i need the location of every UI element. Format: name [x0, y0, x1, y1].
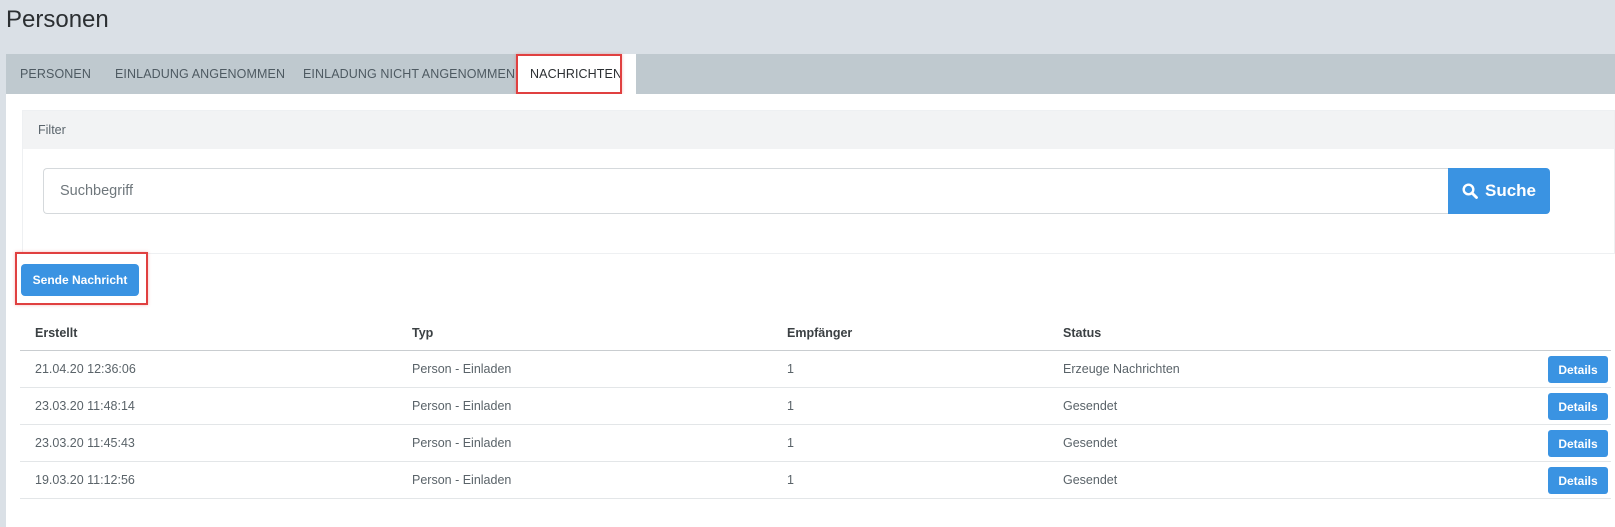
- cell-erstellt: 21.04.20 12:36:06: [35, 362, 136, 376]
- tab-nachrichten[interactable]: NACHRICHTEN: [516, 54, 637, 94]
- cell-empfaenger: 1: [787, 362, 794, 376]
- tab-bar: PERSONEN EINLADUNG ANGENOMMEN EINLADUNG …: [6, 54, 1615, 94]
- messages-table: Erstellt Typ Empfänger Status 21.04.20 1…: [20, 316, 1611, 499]
- filter-header: Filter: [23, 111, 1614, 149]
- cell-status: Gesendet: [1063, 399, 1118, 413]
- main-content: Filter Suche Sende Nachricht Erstellt Ty…: [6, 94, 1615, 527]
- send-message-button[interactable]: Sende Nachricht: [21, 264, 139, 296]
- table-row: 19.03.20 11:12:56 Person - Einladen 1 Ge…: [20, 462, 1611, 499]
- column-header-empfaenger: Empfänger: [787, 326, 853, 340]
- cell-typ: Person - Einladen: [412, 362, 512, 376]
- cell-typ: Person - Einladen: [412, 399, 512, 413]
- details-button[interactable]: Details: [1548, 430, 1608, 457]
- cell-typ: Person - Einladen: [412, 473, 512, 487]
- cell-status: Gesendet: [1063, 436, 1118, 450]
- column-header-typ: Typ: [412, 326, 434, 340]
- cell-erstellt: 23.03.20 11:48:14: [35, 399, 135, 413]
- cell-empfaenger: 1: [787, 473, 794, 487]
- cell-status: Gesendet: [1063, 473, 1118, 487]
- column-header-status: Status: [1063, 326, 1102, 340]
- cell-erstellt: 19.03.20 11:12:56: [35, 473, 135, 487]
- table-row: 23.03.20 11:45:43 Person - Einladen 1 Ge…: [20, 425, 1611, 462]
- filter-panel: Filter Suche: [22, 110, 1615, 254]
- search-button[interactable]: Suche: [1448, 168, 1550, 214]
- cell-empfaenger: 1: [787, 399, 794, 413]
- table-row: 21.04.20 12:36:06 Person - Einladen 1 Er…: [20, 351, 1611, 388]
- tab-personen[interactable]: PERSONEN: [20, 54, 91, 94]
- table-row: 23.03.20 11:48:14 Person - Einladen 1 Ge…: [20, 388, 1611, 425]
- details-button[interactable]: Details: [1548, 393, 1608, 420]
- cell-erstellt: 23.03.20 11:45:43: [35, 436, 135, 450]
- search-icon: [1462, 183, 1478, 199]
- cell-empfaenger: 1: [787, 436, 794, 450]
- table-header: Erstellt Typ Empfänger Status: [20, 316, 1611, 351]
- cell-status: Erzeuge Nachrichten: [1063, 362, 1180, 376]
- search-input[interactable]: [43, 168, 1449, 214]
- tab-einladung-nicht-angenommen[interactable]: EINLADUNG NICHT ANGENOMMEN: [303, 54, 515, 94]
- column-header-erstellt: Erstellt: [35, 326, 78, 340]
- page-title: Personen: [6, 6, 109, 33]
- search-button-label: Suche: [1484, 181, 1537, 200]
- cell-typ: Person - Einladen: [412, 436, 512, 450]
- details-button[interactable]: Details: [1548, 467, 1608, 494]
- tab-einladung-angenommen[interactable]: EINLADUNG ANGENOMMEN: [115, 54, 285, 94]
- details-button[interactable]: Details: [1548, 356, 1608, 383]
